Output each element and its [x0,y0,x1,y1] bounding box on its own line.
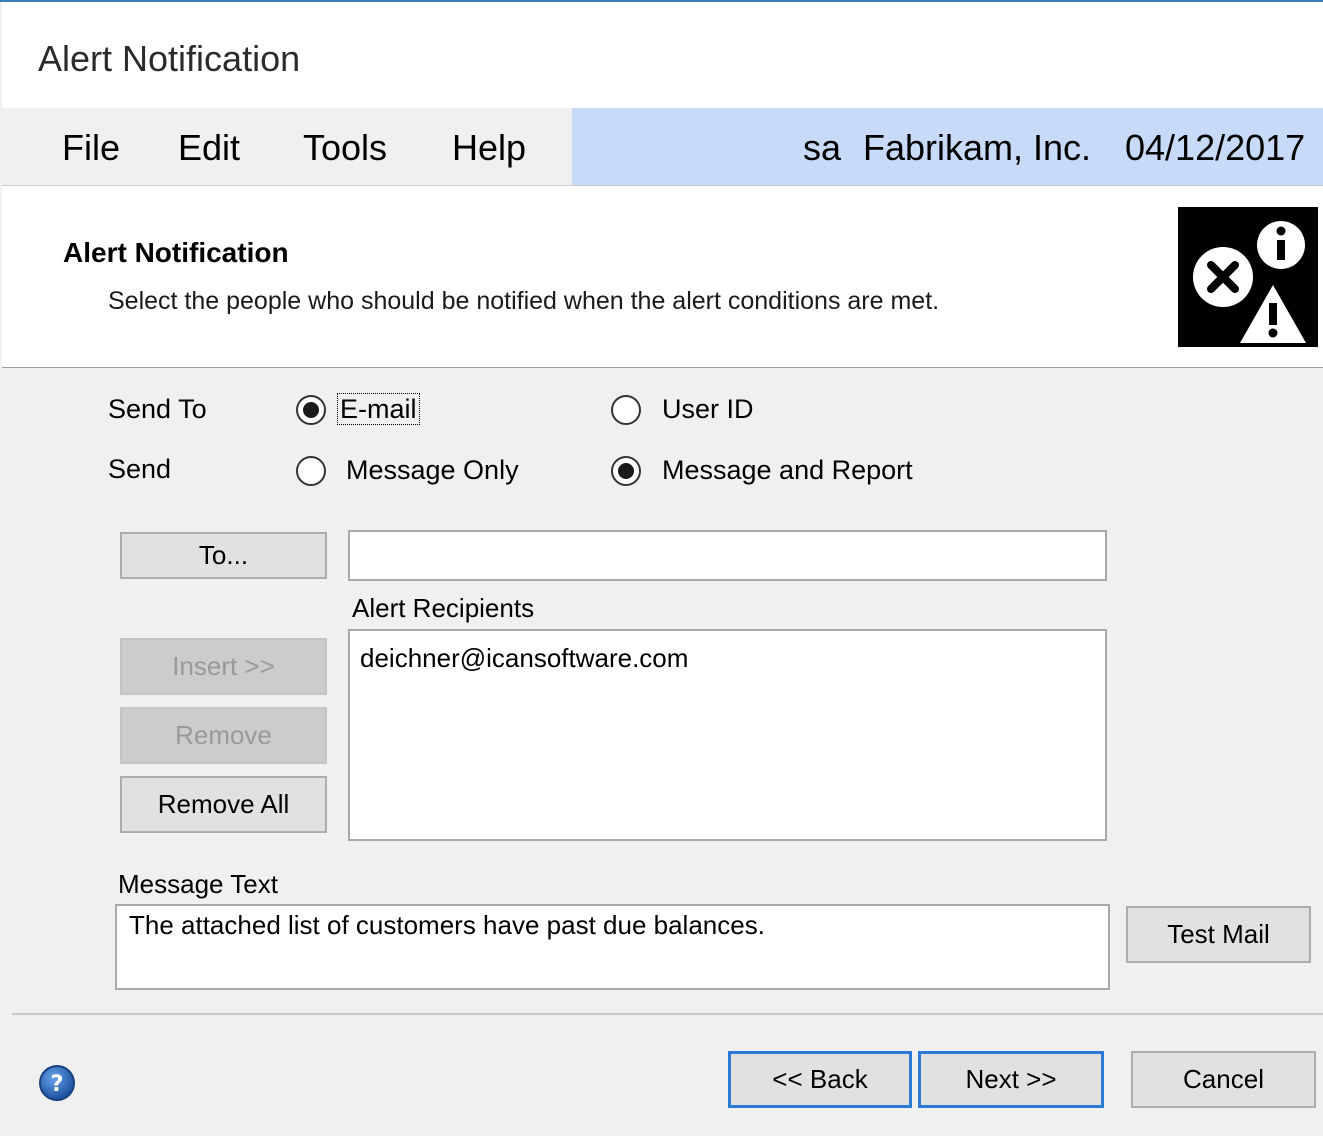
message-and-report-radio-label[interactable]: Message and Report [662,455,913,486]
alert-icon [1178,207,1318,347]
insert-button[interactable]: Insert >> [120,638,327,695]
user-id-radio-label[interactable]: User ID [662,394,754,425]
to-input[interactable] [348,530,1107,581]
svg-text:?: ? [51,1072,64,1097]
help-icon[interactable]: ? [38,1064,76,1102]
user-name: sa [803,127,842,168]
to-button[interactable]: To... [120,532,327,579]
window-title: Alert Notification [38,38,301,79]
email-radio-label[interactable]: E-mail [337,393,420,425]
message-and-report-radio[interactable] [611,456,641,486]
message-text-label: Message Text [118,869,278,899]
list-item[interactable]: deichner@icansoftware.com [360,643,688,674]
user-id-radio[interactable] [611,395,641,425]
message-text-value: The attached list of customers have past… [129,910,765,940]
menu-file[interactable]: File [62,127,120,169]
menu-help[interactable]: Help [452,127,526,169]
email-radio-label-wrap: E-mail [337,393,420,425]
message-only-radio[interactable] [296,456,326,486]
header-description: Select the people who should be notified… [108,287,940,315]
header-panel [2,186,1323,368]
email-radio[interactable] [296,395,326,425]
menu-tools[interactable]: Tools [303,127,387,169]
message-text-area[interactable]: The attached list of customers have past… [115,904,1110,990]
alert-recipients-list[interactable]: deichner@icansoftware.com [348,629,1107,841]
menu-edit[interactable]: Edit [178,127,240,169]
send-label: Send [108,454,172,484]
remove-button[interactable]: Remove [120,707,327,764]
back-button[interactable]: << Back [728,1051,912,1108]
message-only-radio-label[interactable]: Message Only [346,455,519,486]
user-date: 04/12/2017 [1125,127,1306,168]
remove-all-button[interactable]: Remove All [120,776,327,833]
header-title: Alert Notification [63,237,289,268]
company-name: Fabrikam, Inc. [863,127,1092,168]
alert-recipients-label: Alert Recipients [352,593,535,623]
test-mail-button[interactable]: Test Mail [1126,906,1311,963]
send-to-label: Send To [108,394,207,424]
next-button[interactable]: Next >> [918,1051,1104,1108]
footer-separator [12,1013,1323,1015]
cancel-button[interactable]: Cancel [1131,1051,1316,1108]
